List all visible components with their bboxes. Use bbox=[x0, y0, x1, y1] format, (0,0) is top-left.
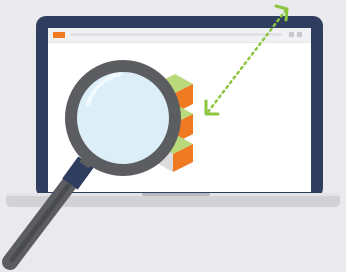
browser-toolbar-divider bbox=[48, 42, 311, 43]
browser-address-bar bbox=[70, 33, 282, 36]
laptop-trackpad-notch bbox=[142, 193, 210, 196]
magnifying-glass-icon bbox=[2, 60, 181, 270]
illustration-scene bbox=[0, 0, 346, 272]
browser-tab-accent bbox=[53, 32, 65, 38]
magnifier-lens bbox=[65, 60, 181, 176]
browser-button bbox=[297, 32, 302, 37]
magnifier-collar bbox=[62, 156, 94, 190]
browser-button bbox=[289, 32, 294, 37]
illustration-canvas bbox=[2, 4, 340, 270]
